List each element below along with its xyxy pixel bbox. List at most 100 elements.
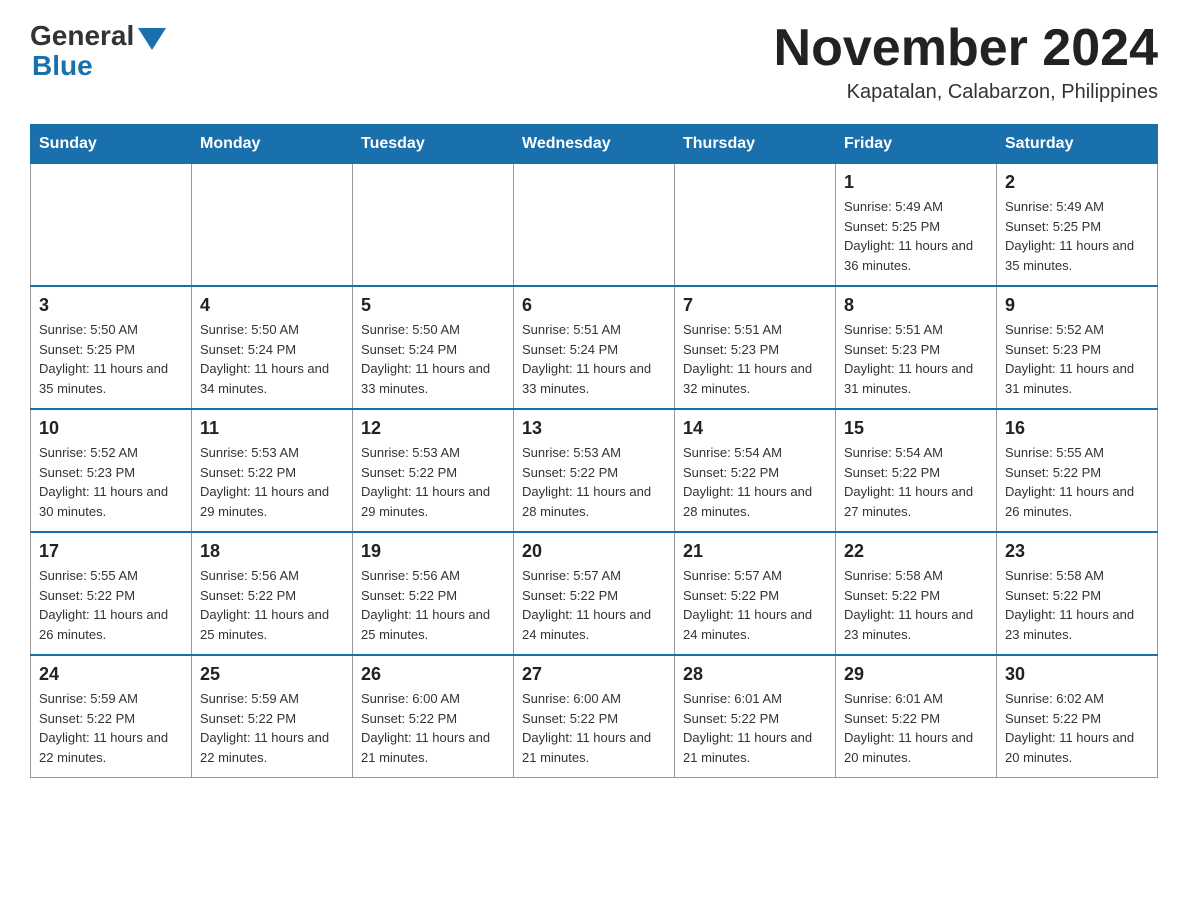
calendar-cell: 23 Sunrise: 5:58 AMSunset: 5:22 PMDayligh… [997, 532, 1158, 655]
day-number: 28 [683, 664, 827, 685]
calendar-week-row: 17 Sunrise: 5:55 AMSunset: 5:22 PMDayligh… [31, 532, 1158, 655]
day-number: 12 [361, 418, 505, 439]
day-header-tuesday: Tuesday [353, 125, 514, 164]
calendar-cell: 28 Sunrise: 6:01 AMSunset: 5:22 PMDayligh… [675, 655, 836, 778]
calendar-cell: 7Sunrise: 5:51 AMSunset: 5:23 PMDaylight… [675, 286, 836, 409]
month-title: November 2024 [774, 20, 1158, 77]
calendar-cell: 27Sunrise: 6:00 AMSunset: 5:22 PMDayligh… [514, 655, 675, 778]
day-info: Sunrise: 5:51 AMSunset: 5:23 PMDaylight:… [844, 320, 988, 398]
day-info: Sunrise: 6:01 AMSunset: 5:22 PMDaylight:… [683, 689, 827, 767]
day-info: Sunrise: 5:53 AMSunset: 5:22 PMDaylight:… [522, 443, 666, 521]
day-number: 5 [361, 295, 505, 316]
day-info: Sunrise: 6:00 AMSunset: 5:22 PMDaylight:… [361, 689, 505, 767]
calendar-cell [31, 164, 192, 287]
day-header-sunday: Sunday [31, 125, 192, 164]
day-number: 21 [683, 541, 827, 562]
day-info: Sunrise: 5:59 AMSunset: 5:22 PMDaylight:… [200, 689, 344, 767]
calendar-cell: 10 Sunrise: 5:52 AMSunset: 5:23 PMDayligh… [31, 409, 192, 532]
calendar-cell [353, 164, 514, 287]
calendar-cell: 21 Sunrise: 5:57 AMSunset: 5:22 PMDayligh… [675, 532, 836, 655]
day-number: 30 [1005, 664, 1149, 685]
calendar-cell [514, 164, 675, 287]
calendar-cell: 30 Sunrise: 6:02 AMSunset: 5:22 PMDayligh… [997, 655, 1158, 778]
day-number: 6 [522, 295, 666, 316]
calendar-cell: 26Sunrise: 6:00 AMSunset: 5:22 PMDayligh… [353, 655, 514, 778]
page-header: General Blue November 2024 Kapatalan, Ca… [30, 20, 1158, 104]
day-info: Sunrise: 5:52 AMSunset: 5:23 PMDaylight:… [39, 443, 183, 521]
day-number: 3 [39, 295, 183, 316]
day-info: Sunrise: 5:50 AMSunset: 5:24 PMDaylight:… [361, 320, 505, 398]
day-info: Sunrise: 5:54 AMSunset: 5:22 PMDaylight:… [844, 443, 988, 521]
calendar-cell: 19 Sunrise: 5:56 AMSunset: 5:22 PMDayligh… [353, 532, 514, 655]
calendar-cell: 14Sunrise: 5:54 AMSunset: 5:22 PMDayligh… [675, 409, 836, 532]
calendar-week-row: 24 Sunrise: 5:59 AMSunset: 5:22 PMDayligh… [31, 655, 1158, 778]
day-info: Sunrise: 5:57 AMSunset: 5:22 PMDaylight:… [522, 566, 666, 644]
calendar-cell: 15 Sunrise: 5:54 AMSunset: 5:22 PMDayligh… [836, 409, 997, 532]
calendar-cell [192, 164, 353, 287]
calendar-cell: 16Sunrise: 5:55 AMSunset: 5:22 PMDayligh… [997, 409, 1158, 532]
logo-blue-text: Blue [32, 50, 93, 82]
day-header-thursday: Thursday [675, 125, 836, 164]
logo-triangle-icon [138, 28, 166, 50]
calendar-cell: 8 Sunrise: 5:51 AMSunset: 5:23 PMDaylight… [836, 286, 997, 409]
calendar-cell: 17 Sunrise: 5:55 AMSunset: 5:22 PMDayligh… [31, 532, 192, 655]
day-number: 8 [844, 295, 988, 316]
day-info: Sunrise: 5:59 AMSunset: 5:22 PMDaylight:… [39, 689, 183, 767]
day-info: Sunrise: 5:55 AMSunset: 5:22 PMDaylight:… [1005, 443, 1149, 521]
calendar-header-row: SundayMondayTuesdayWednesdayThursdayFrid… [31, 125, 1158, 164]
calendar-table: SundayMondayTuesdayWednesdayThursdayFrid… [30, 124, 1158, 778]
calendar-cell: 5 Sunrise: 5:50 AMSunset: 5:24 PMDaylight… [353, 286, 514, 409]
calendar-cell: 13 Sunrise: 5:53 AMSunset: 5:22 PMDayligh… [514, 409, 675, 532]
day-info: Sunrise: 5:50 AMSunset: 5:25 PMDaylight:… [39, 320, 183, 398]
day-number: 20 [522, 541, 666, 562]
day-header-wednesday: Wednesday [514, 125, 675, 164]
day-header-friday: Friday [836, 125, 997, 164]
day-info: Sunrise: 5:57 AMSunset: 5:22 PMDaylight:… [683, 566, 827, 644]
day-number: 14 [683, 418, 827, 439]
day-info: Sunrise: 5:55 AMSunset: 5:22 PMDaylight:… [39, 566, 183, 644]
calendar-cell: 18Sunrise: 5:56 AMSunset: 5:22 PMDayligh… [192, 532, 353, 655]
day-header-monday: Monday [192, 125, 353, 164]
day-number: 13 [522, 418, 666, 439]
day-info: Sunrise: 5:51 AMSunset: 5:24 PMDaylight:… [522, 320, 666, 398]
day-number: 29 [844, 664, 988, 685]
day-number: 23 [1005, 541, 1149, 562]
day-number: 10 [39, 418, 183, 439]
calendar-week-row: 1 Sunrise: 5:49 AMSunset: 5:25 PMDaylight… [31, 164, 1158, 287]
calendar-cell: 12 Sunrise: 5:53 AMSunset: 5:22 PMDayligh… [353, 409, 514, 532]
day-number: 17 [39, 541, 183, 562]
day-info: Sunrise: 5:49 AMSunset: 5:25 PMDaylight:… [844, 197, 988, 275]
day-info: Sunrise: 5:53 AMSunset: 5:22 PMDaylight:… [361, 443, 505, 521]
day-number: 24 [39, 664, 183, 685]
calendar-cell: 29 Sunrise: 6:01 AMSunset: 5:22 PMDayligh… [836, 655, 997, 778]
day-number: 1 [844, 172, 988, 193]
title-section: November 2024 Kapatalan, Calabarzon, Phi… [774, 20, 1158, 104]
day-info: Sunrise: 5:52 AMSunset: 5:23 PMDaylight:… [1005, 320, 1149, 398]
location: Kapatalan, Calabarzon, Philippines [774, 81, 1158, 104]
calendar-cell: 6 Sunrise: 5:51 AMSunset: 5:24 PMDaylight… [514, 286, 675, 409]
day-info: Sunrise: 6:01 AMSunset: 5:22 PMDaylight:… [844, 689, 988, 767]
day-header-saturday: Saturday [997, 125, 1158, 164]
day-number: 15 [844, 418, 988, 439]
day-info: Sunrise: 6:02 AMSunset: 5:22 PMDaylight:… [1005, 689, 1149, 767]
day-number: 19 [361, 541, 505, 562]
calendar-cell [675, 164, 836, 287]
logo: General Blue [30, 20, 166, 82]
day-number: 4 [200, 295, 344, 316]
calendar-cell: 22 Sunrise: 5:58 AMSunset: 5:22 PMDayligh… [836, 532, 997, 655]
day-number: 22 [844, 541, 988, 562]
calendar-cell: 25Sunrise: 5:59 AMSunset: 5:22 PMDayligh… [192, 655, 353, 778]
day-number: 9 [1005, 295, 1149, 316]
calendar-cell: 4Sunrise: 5:50 AMSunset: 5:24 PMDaylight… [192, 286, 353, 409]
day-info: Sunrise: 5:58 AMSunset: 5:22 PMDaylight:… [844, 566, 988, 644]
day-info: Sunrise: 5:53 AMSunset: 5:22 PMDaylight:… [200, 443, 344, 521]
day-number: 11 [200, 418, 344, 439]
day-number: 7 [683, 295, 827, 316]
calendar-cell: 9 Sunrise: 5:52 AMSunset: 5:23 PMDaylight… [997, 286, 1158, 409]
calendar-cell: 24 Sunrise: 5:59 AMSunset: 5:22 PMDayligh… [31, 655, 192, 778]
day-number: 27 [522, 664, 666, 685]
day-info: Sunrise: 5:56 AMSunset: 5:22 PMDaylight:… [200, 566, 344, 644]
day-info: Sunrise: 5:58 AMSunset: 5:22 PMDaylight:… [1005, 566, 1149, 644]
day-info: Sunrise: 5:56 AMSunset: 5:22 PMDaylight:… [361, 566, 505, 644]
day-number: 2 [1005, 172, 1149, 193]
